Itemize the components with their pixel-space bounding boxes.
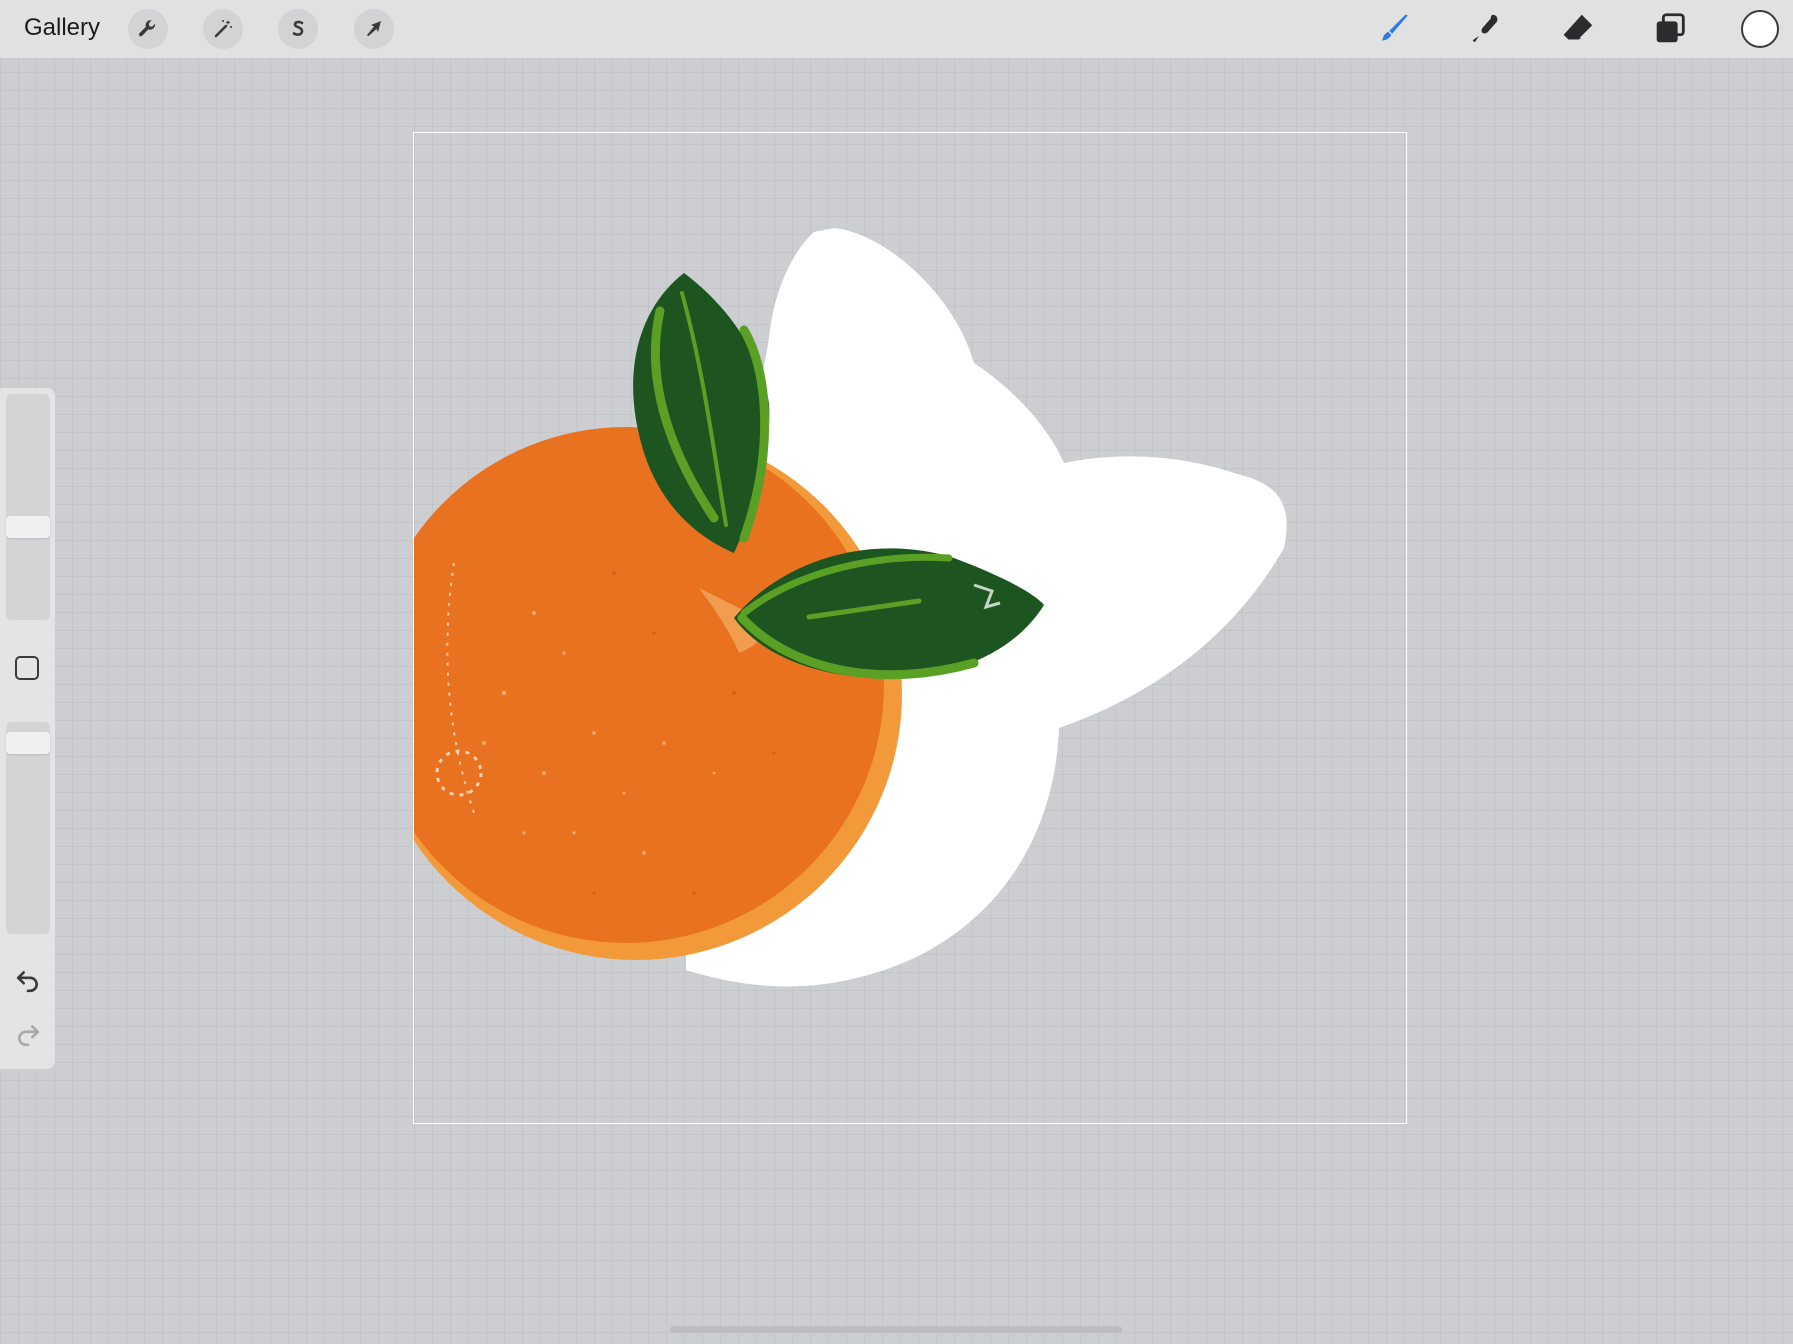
actions-button[interactable] [128, 9, 168, 49]
selection-button[interactable] [278, 9, 318, 49]
drawing-canvas[interactable] [413, 132, 1407, 1124]
wrench-icon [139, 20, 156, 37]
left-sidebar [0, 388, 55, 1069]
opacity-slider[interactable] [6, 722, 50, 934]
magic-wand-icon [214, 20, 232, 38]
selection-s-icon [292, 20, 304, 36]
brush-size-thumb[interactable] [6, 516, 50, 538]
transform-button[interactable] [354, 9, 394, 49]
color-swatch[interactable] [1741, 10, 1779, 48]
undo-button[interactable] [12, 964, 44, 996]
layers-button[interactable] [1650, 9, 1690, 49]
modify-button[interactable] [15, 656, 39, 680]
eraser-icon [1563, 14, 1593, 40]
home-indicator[interactable] [670, 1326, 1122, 1333]
smudge-tool-button[interactable] [1466, 9, 1506, 49]
artwork [414, 228, 1287, 987]
gallery-button[interactable]: Gallery [24, 14, 100, 42]
arrow-cursor-icon [367, 21, 381, 37]
redo-arrow-icon [18, 1025, 40, 1047]
undo-arrow-icon [16, 971, 38, 993]
smudge-finger-icon [1472, 14, 1498, 43]
brush-icon [1381, 14, 1408, 41]
top-toolbar: Gallery [0, 0, 1793, 59]
eraser-tool-button[interactable] [1558, 9, 1598, 49]
opacity-thumb[interactable] [6, 732, 50, 754]
brush-tool-button[interactable] [1374, 9, 1414, 49]
adjustments-button[interactable] [203, 9, 243, 49]
layers-icon [1656, 13, 1685, 43]
redo-button[interactable] [12, 1018, 44, 1050]
brush-size-slider[interactable] [6, 394, 50, 620]
